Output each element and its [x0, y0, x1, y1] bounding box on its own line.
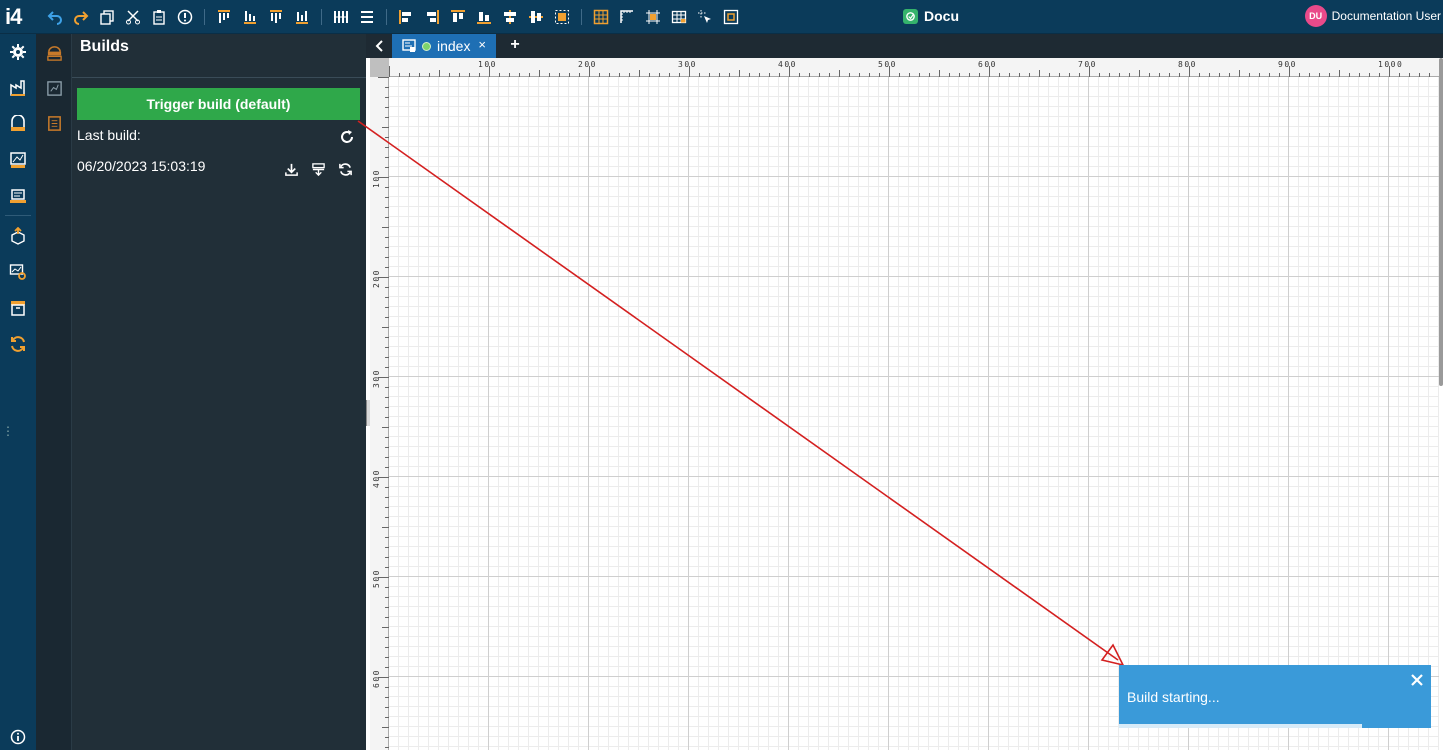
ruler-h-label: 500 — [878, 60, 897, 69]
toolbar-separator — [581, 9, 582, 25]
grid-icon[interactable] — [590, 6, 612, 28]
distribute-horizontal-icon[interactable] — [330, 6, 352, 28]
document-list-icon[interactable] — [42, 111, 66, 135]
align-middle-icon[interactable] — [265, 6, 287, 28]
close-icon[interactable] — [1410, 673, 1424, 687]
factory-icon[interactable] — [6, 76, 30, 100]
top-bar: i4 Docu DU Documentation User — [0, 0, 1443, 34]
avatar[interactable]: DU — [1304, 5, 1327, 27]
ruler-h-label: 700 — [1078, 60, 1097, 69]
paste-icon[interactable] — [148, 6, 170, 28]
about-info-icon[interactable] — [10, 729, 26, 745]
toast-notification: Build starting... — [1119, 665, 1431, 728]
ruler-v-label: 200 — [372, 269, 381, 288]
settings-gear-icon[interactable] — [6, 40, 30, 64]
app-badge-icon — [903, 8, 918, 24]
panel-divider — [72, 77, 366, 78]
tab-label: index — [437, 38, 471, 54]
ruler-v-label: 500 — [372, 569, 381, 588]
design-canvas[interactable] — [389, 77, 1439, 750]
ruler-v-label: 600 — [372, 669, 381, 688]
ruler-h-label: 800 — [1178, 60, 1197, 69]
trigger-build-button[interactable]: Trigger build (default) — [77, 88, 360, 120]
panel-title: Builds — [80, 38, 129, 55]
distribute-vertical-icon[interactable] — [356, 6, 378, 28]
snap-icon[interactable] — [642, 6, 664, 28]
align-bottom-edge-icon[interactable] — [473, 6, 495, 28]
app-title: Docu — [903, 8, 959, 24]
monitor-settings-icon[interactable] — [6, 260, 30, 284]
sync-icon[interactable] — [6, 332, 30, 356]
info-circle-icon[interactable] — [174, 6, 196, 28]
rebuild-icon[interactable] — [336, 160, 354, 178]
download-icon[interactable] — [282, 160, 300, 178]
refresh-icon[interactable] — [339, 129, 355, 145]
align-baseline-icon[interactable] — [291, 6, 313, 28]
package-deploy-icon[interactable] — [6, 224, 30, 248]
ruler-h-label: 100 — [478, 60, 497, 69]
align-left-icon[interactable] — [395, 6, 417, 28]
rail-divider — [5, 215, 31, 216]
vertical-scrollbar[interactable] — [1439, 58, 1443, 386]
align-top-icon[interactable] — [213, 6, 235, 28]
last-build-label: Last build: — [77, 127, 141, 143]
toast-progress-bar — [1119, 724, 1363, 728]
toolbar — [42, 6, 744, 28]
ruler-v-label: 300 — [372, 369, 381, 388]
toolbar-separator — [321, 9, 322, 25]
build-actions — [282, 160, 354, 178]
builds-panel: Builds Trigger build (default) Last buil… — [72, 34, 366, 750]
horizontal-ruler: 100 200 300 400 500 600 700 800 900 1000 — [389, 58, 1443, 77]
ruler-h-label: 300 — [678, 60, 697, 69]
status-dot — [422, 41, 431, 51]
chevron-left-icon[interactable] — [372, 38, 388, 54]
primary-nav-rail: ⋮ — [0, 34, 36, 750]
align-bottom-icon[interactable] — [239, 6, 261, 28]
device-icon[interactable] — [6, 112, 30, 136]
app-title-text: Docu — [924, 8, 959, 24]
toolbar-separator — [386, 9, 387, 25]
align-top-edge-icon[interactable] — [447, 6, 469, 28]
deploy-to-server-icon[interactable] — [309, 160, 327, 178]
toast-message: Build starting... — [1127, 689, 1220, 705]
tab-close-icon[interactable]: × — [478, 37, 486, 52]
toolbar-separator — [204, 9, 205, 25]
secondary-nav-rail — [36, 34, 72, 750]
user-menu[interactable]: DU Documentation User — [1304, 5, 1441, 27]
undo-icon[interactable] — [44, 6, 66, 28]
select-icon[interactable] — [694, 6, 716, 28]
fit-icon[interactable] — [720, 6, 742, 28]
app-logo[interactable]: i4 — [5, 4, 22, 30]
user-name[interactable]: Documentation User — [1332, 9, 1441, 23]
chart-screen-icon[interactable] — [6, 148, 30, 172]
table-icon[interactable] — [668, 6, 690, 28]
align-center-v-icon[interactable] — [525, 6, 547, 28]
laptop-icon[interactable] — [6, 184, 30, 208]
ruler-v-label: 100 — [372, 169, 381, 188]
ruler-h-label: 200 — [578, 60, 597, 69]
ruler-h-label: 600 — [978, 60, 997, 69]
build-server-icon[interactable] — [42, 41, 66, 65]
redo-icon[interactable] — [70, 6, 92, 28]
align-center-h-icon[interactable] — [499, 6, 521, 28]
ruler-h-label: 1000 — [1378, 60, 1403, 69]
rail-resize-handle[interactable]: ⋮ — [2, 424, 14, 442]
align-right-icon[interactable] — [421, 6, 443, 28]
ruler-icon[interactable] — [616, 6, 638, 28]
diagram-icon[interactable] — [42, 76, 66, 100]
archive-icon[interactable] — [6, 296, 30, 320]
ruler-corner — [370, 58, 389, 77]
cut-icon[interactable] — [122, 6, 144, 28]
copy-icon[interactable] — [96, 6, 118, 28]
last-build-date: 06/20/2023 15:03:19 — [77, 158, 206, 174]
group-icon[interactable] — [551, 6, 573, 28]
tab-bar: index × + — [366, 34, 1443, 58]
tab-index[interactable]: index × — [392, 34, 496, 58]
ruler-v-label: 400 — [372, 469, 381, 488]
screen-page-icon — [402, 39, 416, 52]
add-tab-button[interactable]: + — [506, 36, 524, 56]
vertical-ruler: 100 200 300 400 500 600 — [370, 77, 389, 750]
ruler-h-label: 400 — [778, 60, 797, 69]
ruler-h-label: 900 — [1278, 60, 1297, 69]
